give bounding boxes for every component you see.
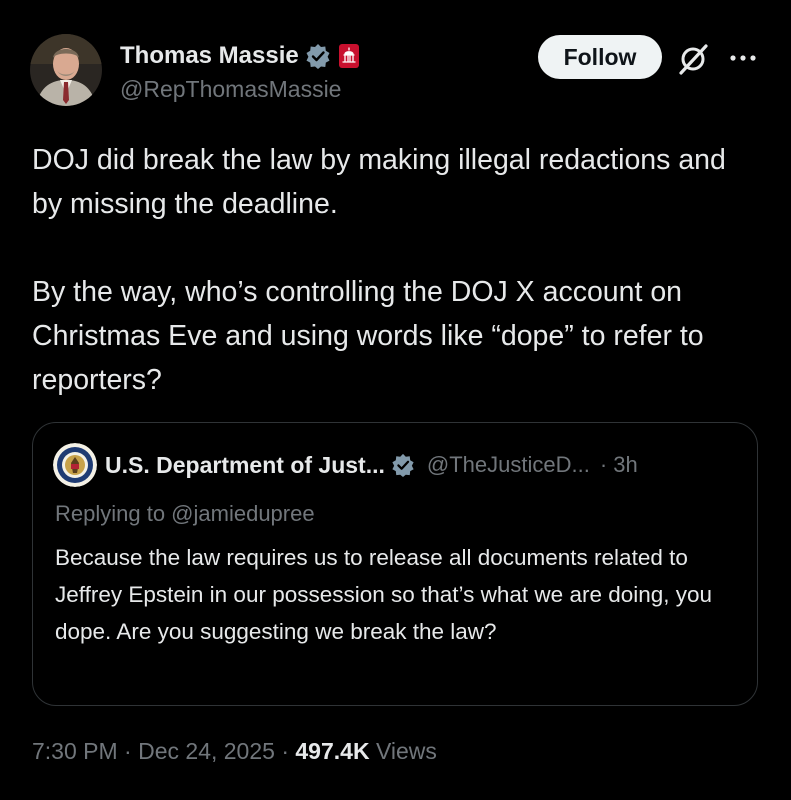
quote-author-handle[interactable]: @TheJusticeD... (427, 452, 590, 478)
verified-badge-icon (392, 453, 414, 477)
government-badge-icon (338, 44, 359, 68)
doj-seal-avatar[interactable] (53, 443, 97, 487)
tweet-time[interactable]: 7:30 PM (32, 738, 118, 764)
grok-icon[interactable] (676, 42, 710, 76)
tweet-meta: 7:30 PM · Dec 24, 2025 · 497.4K Views (32, 738, 437, 765)
author-handle[interactable]: @RepThomasMassie (120, 76, 341, 103)
follow-button[interactable]: Follow (538, 35, 662, 79)
views-count[interactable]: 497.4K (295, 738, 369, 764)
tweet-date[interactable]: Dec 24, 2025 (138, 738, 275, 764)
meta-separator: · (274, 738, 296, 764)
quote-author-name[interactable]: U.S. Department of Just... (105, 452, 385, 479)
author-name[interactable]: Thomas Massie (120, 42, 299, 70)
quote-header: U.S. Department of Just... @TheJusticeD.… (53, 443, 638, 487)
more-icon[interactable] (727, 46, 759, 70)
author-name-row: Thomas Massie (120, 40, 361, 72)
tweet-paragraph: By the way, who’s controlling the DOJ X … (32, 276, 704, 396)
quote-text: Because the law requires us to release a… (55, 545, 713, 644)
tweet-text: DOJ did break the law by making illegal … (32, 138, 762, 402)
quote-replying-to: Replying to @jamiedupree (55, 501, 315, 526)
quote-timestamp[interactable]: · 3h (600, 452, 638, 478)
tweet-paragraph: DOJ did break the law by making illegal … (32, 144, 726, 220)
quote-tweet-card[interactable]: U.S. Department of Just... @TheJusticeD.… (32, 422, 758, 706)
meta-separator: · (117, 738, 139, 764)
verified-badge-icon (306, 44, 330, 69)
author-avatar[interactable] (30, 34, 102, 106)
views-label: Views (369, 738, 437, 764)
